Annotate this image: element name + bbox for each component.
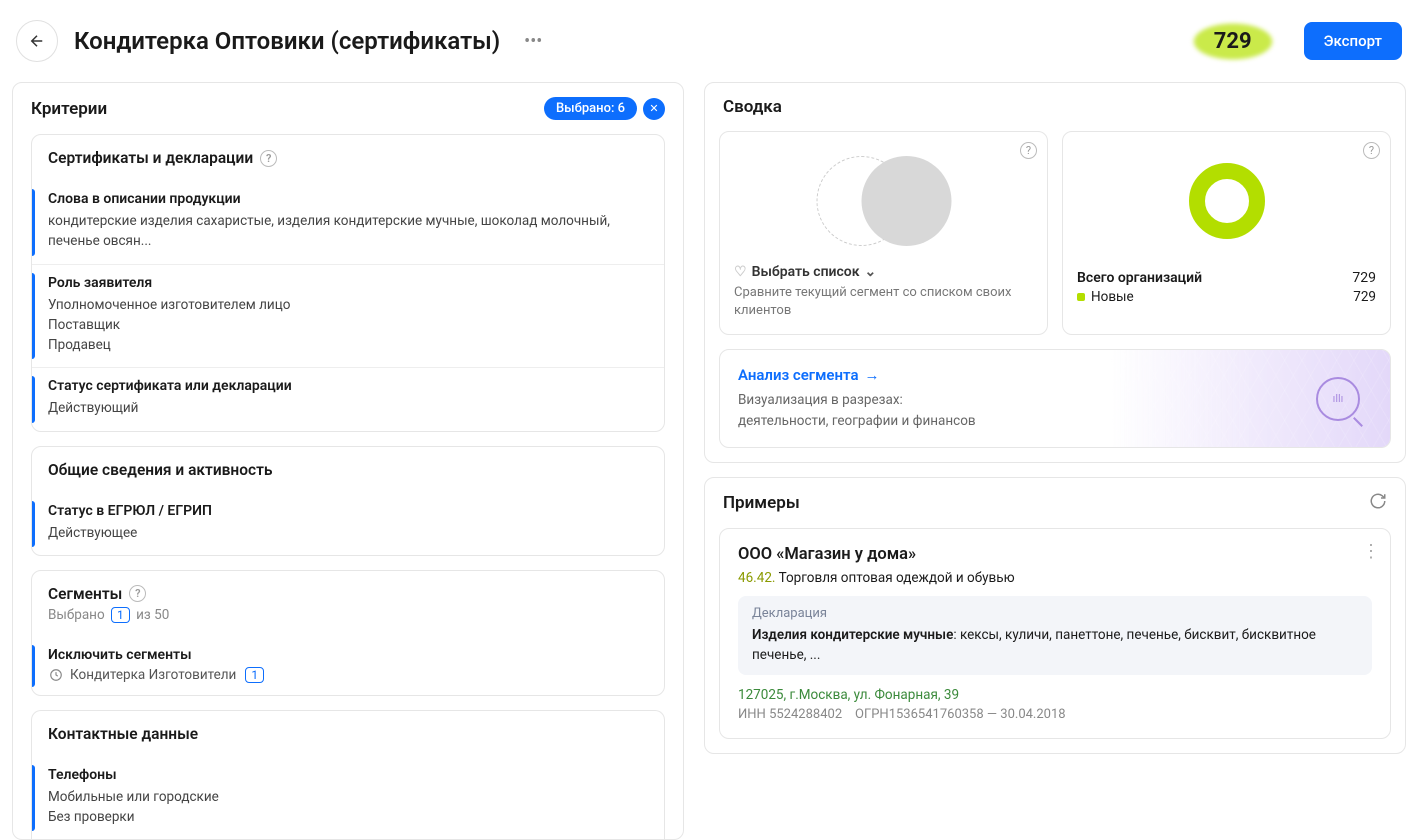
refresh-button[interactable] [1369, 492, 1387, 514]
legend-dot [1077, 293, 1085, 301]
criteria-item-role[interactable]: Роль заявителя Уполномоченное изготовите… [32, 264, 664, 368]
okved-code: 46.42. [738, 570, 775, 586]
criteria-title: Критерии [31, 99, 107, 119]
criteria-name: Телефоны [48, 767, 648, 783]
org-count: 729 [1214, 29, 1252, 54]
selected-count-badge[interactable]: Выбрано: 6 [544, 97, 637, 120]
heart-icon: ♡ [734, 264, 747, 280]
segment-tag: Кондитерка Изготовители 1 [48, 667, 648, 683]
example-company-name[interactable]: ООО «Магазин у дома» [738, 545, 1372, 564]
clock-icon [48, 667, 64, 683]
criteria-item-phones[interactable]: Телефоны Мобильные или городские Без про… [32, 757, 664, 840]
compare-desc: Сравните текущий сегмент со списком свои… [734, 284, 1033, 320]
criteria-group-certificates: Сертификаты и декларации ? Слова в описа… [31, 134, 665, 432]
totals-card: ? Всего организаций 729 Новые 729 [1062, 131, 1391, 335]
compare-card: ? ♡ Выбрать список ⌄ Сравните текущий се… [719, 131, 1048, 335]
count-badge: 1 [245, 667, 264, 683]
criteria-value: Уполномоченное изготовителем лицо Постав… [48, 295, 648, 356]
help-icon[interactable]: ? [1363, 142, 1380, 159]
new-orgs-value: 729 [1353, 289, 1376, 305]
group-title: Сертификаты и декларации [48, 149, 253, 167]
criteria-item-egrul-status[interactable]: Статус в ЕГРЮЛ / ЕГРИП Действующее [32, 493, 664, 555]
total-orgs-label: Всего организаций [1077, 270, 1202, 286]
example-card: ⋮ ООО «Магазин у дома» 46.42. Торговля о… [719, 528, 1391, 740]
example-menu-button[interactable]: ⋮ [1362, 541, 1380, 562]
criteria-item-exclude-segments[interactable]: Исключить сегменты Кондитерка Изготовите… [32, 637, 664, 695]
declaration-text: Изделия кондитерские мучные: кексы, кули… [752, 625, 1358, 666]
analysis-link[interactable]: Анализ сегмента → [738, 366, 1372, 384]
criteria-name: Статус сертификата или декларации [48, 378, 648, 394]
analysis-desc: Визуализация в разрезах: деятельности, г… [738, 390, 1372, 431]
donut-ring [1189, 163, 1265, 239]
example-address: 127025, г.Москва, ул. Фонарная, 39 [738, 687, 1372, 703]
page-title: Кондитерка Оптовики (сертификаты) [74, 27, 500, 55]
choose-list-dropdown[interactable]: ♡ Выбрать список ⌄ [734, 264, 1033, 280]
criteria-group-contacts: Контактные данные Телефоны Мобильные или… [31, 710, 665, 840]
clear-criteria-button[interactable]: ✕ [643, 98, 665, 120]
criteria-group-segments: Сегменты ? Выбрано 1 из 50 Исключить сег… [31, 570, 665, 696]
group-title: Общие сведения и активность [48, 461, 273, 479]
examples-title: Примеры [723, 493, 800, 513]
criteria-value: кондитерские изделия сахаристые, изделия… [48, 211, 648, 252]
back-button[interactable] [16, 20, 58, 62]
example-activity: 46.42. Торговля оптовая одеждой и обувью [738, 570, 1372, 586]
criteria-name: Исключить сегменты [48, 647, 648, 663]
count-badge: 1 [111, 607, 130, 623]
criteria-panel: Критерии Выбрано: 6 ✕ Сертификаты и декл… [12, 82, 684, 840]
arrow-right-icon: → [865, 366, 880, 384]
close-icon: ✕ [649, 102, 658, 115]
criteria-name: Роль заявителя [48, 275, 648, 291]
examples-panel: Примеры ⋮ ООО «Магазин у дома» 46.42. То… [704, 477, 1406, 755]
group-title: Сегменты [48, 585, 122, 603]
criteria-value: Действующий [48, 398, 648, 418]
donut-chart [1077, 146, 1376, 256]
example-meta: ИНН 5524288402 ОГРН1536541760358 — 30.04… [738, 707, 1372, 722]
new-orgs-label: Новые [1077, 289, 1134, 305]
declaration-box: Декларация Изделия кондитерские мучные: … [738, 596, 1372, 676]
ellipsis-icon: ••• [524, 31, 542, 52]
criteria-value: Мобильные или городские Без проверки [48, 787, 648, 828]
analysis-card[interactable]: ıllı Анализ сегмента → Визуализация в ра… [719, 349, 1391, 448]
group-title: Контактные данные [48, 725, 198, 743]
criteria-name: Слова в описании продукции [48, 191, 648, 207]
more-button[interactable]: ••• [516, 27, 550, 56]
arrow-left-icon [28, 32, 46, 50]
help-icon[interactable]: ? [129, 585, 146, 602]
export-button[interactable]: Экспорт [1304, 22, 1402, 60]
refresh-icon [1369, 492, 1387, 510]
kebab-icon: ⋮ [1362, 541, 1380, 562]
criteria-item-cert-status[interactable]: Статус сертификата или декларации Действ… [32, 367, 664, 430]
criteria-name: Статус в ЕГРЮЛ / ЕГРИП [48, 503, 648, 519]
total-orgs-value: 729 [1352, 270, 1376, 286]
declaration-label: Декларация [752, 606, 1358, 621]
criteria-value: Действующее [48, 523, 648, 543]
criteria-group-general: Общие сведения и активность Статус в ЕГР… [31, 446, 665, 556]
magnifier-icon: ıllı [1316, 377, 1360, 421]
criteria-item-words[interactable]: Слова в описании продукции кондитерские … [32, 181, 664, 264]
org-count-highlight: 729 [1196, 25, 1270, 58]
venn-diagram [734, 146, 1033, 256]
summary-panel: Сводка ? ♡ Выбрать список ⌄ [704, 82, 1406, 463]
summary-title: Сводка [723, 97, 782, 117]
venn-right-circle [861, 156, 951, 246]
chevron-down-icon: ⌄ [865, 264, 877, 280]
help-icon[interactable]: ? [260, 150, 277, 167]
page-header: Кондитерка Оптовики (сертификаты) ••• 72… [0, 0, 1418, 82]
segments-subtitle: Выбрано 1 из 50 [48, 607, 169, 623]
